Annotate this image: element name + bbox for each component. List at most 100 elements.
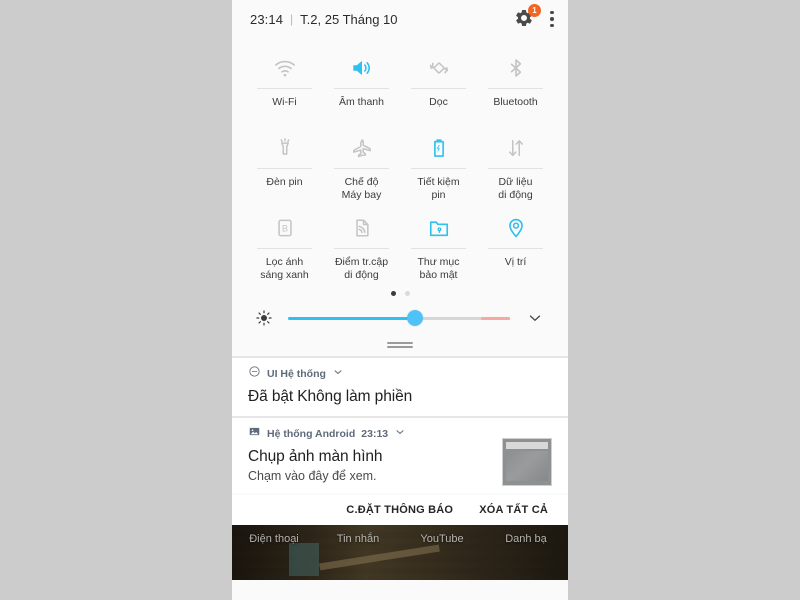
overflow-dot bbox=[550, 10, 554, 15]
tile-separator bbox=[487, 248, 544, 249]
quick-tile-hotspot[interactable]: Điểm tr.cập di động bbox=[323, 202, 400, 282]
dock-item-youtube[interactable]: YouTube bbox=[400, 533, 484, 545]
quick-tile-label: Wi-Fi bbox=[272, 96, 297, 108]
tile-separator bbox=[487, 88, 544, 89]
quick-settings-row: Đèn pin Chế độ Máy bay Tiết kiệm pin Dữ … bbox=[246, 122, 554, 202]
tile-separator bbox=[256, 248, 313, 249]
overflow-menu-button[interactable] bbox=[550, 10, 554, 28]
dock-item-phone[interactable]: Điện thoại bbox=[232, 533, 316, 545]
tile-separator bbox=[410, 88, 467, 89]
quick-settings-row: B Lọc ánh sáng xanh Điểm tr.cập di động … bbox=[246, 202, 554, 282]
thumbnail-titlebar bbox=[506, 442, 548, 449]
overflow-dot bbox=[550, 17, 554, 21]
phone-screen: 23:14 | T.2, 25 Tháng 10 1 Wi-Fi Âm than… bbox=[232, 0, 568, 600]
image-icon bbox=[248, 425, 261, 443]
notification-app-name: UI Hệ thống bbox=[267, 368, 326, 380]
quick-tile-label: Dọc bbox=[429, 96, 448, 108]
quick-tile-bluetooth[interactable]: Bluetooth bbox=[477, 42, 554, 122]
quick-tile-label: Đèn pin bbox=[266, 176, 303, 188]
location-pin-icon bbox=[503, 210, 529, 246]
quick-tile-label: Chế độ Máy bay bbox=[341, 176, 382, 201]
page-dot-inactive[interactable] bbox=[404, 290, 410, 296]
quick-tile-blue-light-filter[interactable]: B Lọc ánh sáng xanh bbox=[246, 202, 323, 282]
notification-time: 23:13 bbox=[361, 428, 389, 440]
dock-label-row: Điện thoại Tin nhắn YouTube Danh bạ bbox=[232, 525, 568, 580]
quick-tile-battery-saver[interactable]: Tiết kiệm pin bbox=[400, 122, 477, 202]
quick-tile-label: Dữ liệu di động bbox=[498, 176, 533, 201]
home-screen-dock: Điện thoại Tin nhắn YouTube Danh bạ bbox=[232, 525, 568, 580]
notification-item-dnd[interactable]: UI Hệ thống Đã bật Không làm phiền bbox=[232, 358, 568, 416]
quick-tile-airplane[interactable]: Chế độ Máy bay bbox=[323, 122, 400, 202]
status-time: 23:14 bbox=[250, 11, 284, 27]
wifi-icon bbox=[272, 50, 298, 86]
notification-header: UI Hệ thống bbox=[248, 366, 552, 382]
quick-tile-label: Thư mục bảo mật bbox=[417, 256, 460, 281]
tile-separator bbox=[333, 88, 390, 89]
status-separator: | bbox=[290, 12, 294, 26]
quick-tile-mobile-data[interactable]: Dữ liệu di động bbox=[477, 122, 554, 202]
notification-title: Đã bật Không làm phiền bbox=[248, 388, 413, 405]
tile-separator bbox=[410, 168, 467, 169]
tile-separator bbox=[487, 168, 544, 169]
notification-expand-chevron-icon[interactable] bbox=[332, 365, 344, 383]
chevron-down-icon[interactable] bbox=[524, 309, 546, 327]
notification-item-screenshot[interactable]: Hệ thống Android 23:13 Chụp ảnh màn hình… bbox=[232, 418, 568, 493]
rotation-icon bbox=[426, 50, 452, 86]
tile-separator bbox=[333, 168, 390, 169]
quick-tile-label: Lọc ánh sáng xanh bbox=[260, 256, 309, 281]
sound-icon bbox=[349, 50, 375, 86]
dock-item-contacts[interactable]: Danh bạ bbox=[484, 533, 568, 545]
settings-badge-count: 1 bbox=[528, 4, 541, 17]
grip-line bbox=[387, 342, 413, 344]
overflow-dot bbox=[550, 23, 554, 28]
grip-lines bbox=[387, 342, 413, 350]
slider-track-fill bbox=[288, 316, 415, 320]
tile-separator bbox=[410, 248, 467, 249]
bluetooth-icon bbox=[503, 50, 529, 86]
quick-tile-label: Điểm tr.cập di động bbox=[334, 256, 389, 281]
status-date: T.2, 25 Tháng 10 bbox=[300, 11, 398, 27]
notification-thumbnail[interactable] bbox=[502, 438, 552, 486]
quick-tile-label: Tiết kiệm pin bbox=[417, 176, 460, 201]
quick-tile-wifi[interactable]: Wi-Fi bbox=[246, 42, 323, 122]
slider-thumb[interactable] bbox=[406, 310, 423, 326]
thumbnail-content bbox=[506, 451, 548, 481]
quick-tile-label: Âm thanh bbox=[339, 96, 384, 108]
clear-all-button[interactable]: XÓA TẤT CẢ bbox=[479, 504, 548, 516]
battery-saver-icon bbox=[426, 130, 452, 166]
slider-track-warning bbox=[481, 316, 510, 320]
quick-tile-rotation[interactable]: Dọc bbox=[400, 42, 477, 122]
page-dot-active[interactable] bbox=[390, 290, 396, 296]
quick-tile-flashlight[interactable]: Đèn pin bbox=[246, 122, 323, 202]
quick-tile-label: Bluetooth bbox=[493, 96, 538, 108]
quick-tile-sound[interactable]: Âm thanh bbox=[323, 42, 400, 122]
do-not-disturb-icon bbox=[248, 365, 261, 383]
grip-line bbox=[387, 346, 413, 348]
notification-list: UI Hệ thống Đã bật Không làm phiền Hệ th… bbox=[232, 356, 568, 493]
quick-tile-label: Vị trí bbox=[504, 256, 527, 268]
quick-tile-location[interactable]: Vị trí bbox=[477, 202, 554, 282]
tile-separator bbox=[333, 248, 390, 249]
notification-expand-chevron-icon[interactable] bbox=[394, 425, 406, 443]
secure-folder-icon bbox=[426, 210, 452, 246]
tile-separator bbox=[256, 88, 313, 89]
notification-settings-button[interactable]: C.ĐẶT THÔNG BÁO bbox=[346, 504, 453, 516]
dock-item-messages[interactable]: Tin nhắn bbox=[316, 533, 400, 545]
settings-gear-button[interactable]: 1 bbox=[514, 4, 541, 30]
page-indicator bbox=[232, 286, 568, 300]
mobile-data-icon bbox=[503, 130, 529, 166]
panel-drag-handle[interactable] bbox=[232, 336, 568, 356]
status-bar: 23:14 | T.2, 25 Tháng 10 1 bbox=[232, 0, 568, 38]
notification-app-name: Hệ thống Android bbox=[267, 428, 356, 440]
quick-settings-grid: Wi-Fi Âm thanh Dọc Bluetooth Đèn pin Chế… bbox=[232, 38, 568, 282]
blue-light-filter-icon: B bbox=[272, 210, 298, 246]
brightness-slider[interactable] bbox=[288, 310, 510, 326]
tile-separator bbox=[256, 168, 313, 169]
quick-settings-row: Wi-Fi Âm thanh Dọc Bluetooth bbox=[246, 42, 554, 122]
notification-action-bar: C.ĐẶT THÔNG BÁO XÓA TẤT CẢ bbox=[232, 495, 568, 525]
flashlight-icon bbox=[272, 130, 298, 166]
quick-tile-secure-folder[interactable]: Thư mục bảo mật bbox=[400, 202, 477, 282]
brightness-icon bbox=[254, 309, 274, 327]
hotspot-icon bbox=[349, 210, 375, 246]
brightness-row bbox=[232, 300, 568, 336]
